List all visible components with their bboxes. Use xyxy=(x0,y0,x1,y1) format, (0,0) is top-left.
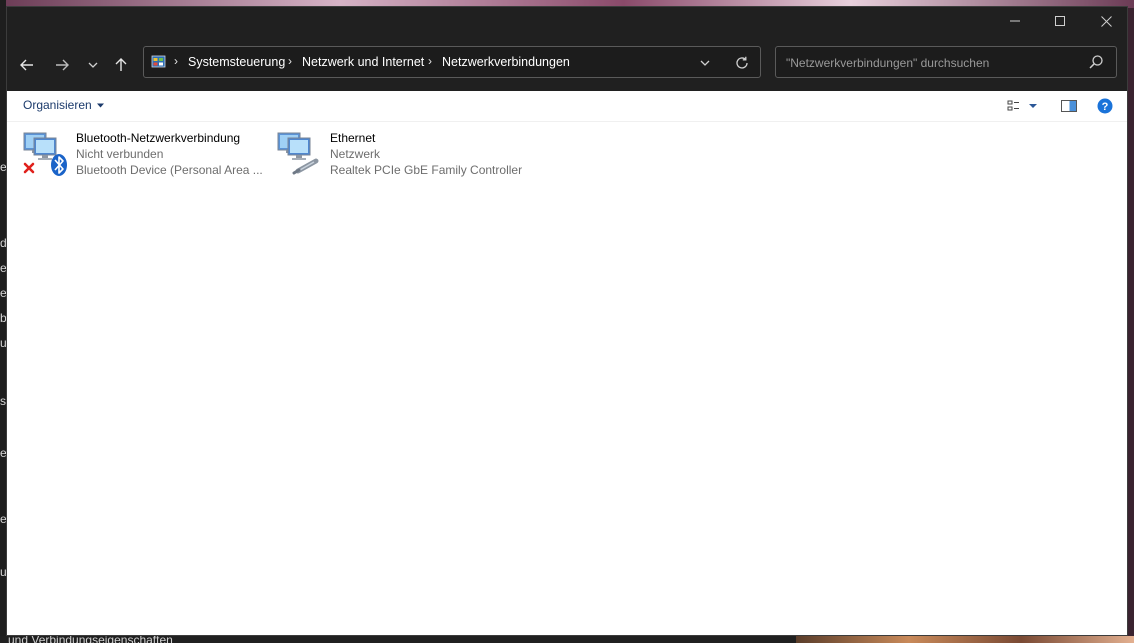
help-icon: ? xyxy=(1097,98,1113,114)
connection-device: Realtek PCIe GbE Family Controller xyxy=(330,163,523,177)
ethernet-network-icon xyxy=(277,132,319,175)
breadcrumb-separator-icon: › xyxy=(288,54,292,68)
breadcrumb-systemsteuerung[interactable]: Systemsteuerung xyxy=(188,55,285,69)
preview-pane-button[interactable] xyxy=(1061,96,1077,116)
address-history-button[interactable] xyxy=(695,53,715,73)
recent-locations-button[interactable] xyxy=(79,51,107,79)
explorer-window: › Systemsteuerung › Netzwerk und Interne… xyxy=(6,6,1128,636)
breadcrumb-separator-icon: › xyxy=(174,54,178,68)
desktop-wallpaper-art xyxy=(796,636,1134,643)
close-icon xyxy=(1100,15,1112,27)
organize-label: Organisieren xyxy=(23,98,92,112)
organize-button[interactable]: Organisieren xyxy=(23,98,105,112)
connection-device: Bluetooth Device (Personal Area ... xyxy=(76,163,263,177)
connection-status: Nicht verbunden xyxy=(76,147,164,161)
maximize-icon xyxy=(1055,16,1065,26)
control-panel-icon xyxy=(151,55,166,68)
forward-button[interactable] xyxy=(48,51,76,79)
caret-down-icon xyxy=(96,103,104,107)
minimize-button[interactable] xyxy=(992,7,1038,35)
up-button[interactable] xyxy=(107,51,135,79)
connections-list: Bluetooth-Netzwerkverbindung Nicht verbu… xyxy=(7,121,1127,635)
connection-item-ethernet[interactable]: Ethernet Netzwerk Realtek PCIe GbE Famil… xyxy=(276,129,546,181)
arrow-up-icon xyxy=(115,58,127,71)
chevron-down-icon xyxy=(700,60,710,66)
chevron-down-icon xyxy=(88,62,98,68)
search-box[interactable] xyxy=(775,46,1117,78)
svg-text:?: ? xyxy=(1102,101,1109,113)
bluetooth-network-icon xyxy=(23,132,67,176)
connection-details: Ethernet Netzwerk Realtek PCIe GbE Famil… xyxy=(330,130,522,178)
address-bar[interactable]: › Systemsteuerung › Netzwerk und Interne… xyxy=(143,46,761,78)
breadcrumb-netzwerk-und-internet[interactable]: Netzwerk und Internet xyxy=(302,55,424,69)
connection-status: Netzwerk xyxy=(330,147,381,161)
help-button[interactable]: ? xyxy=(1097,96,1113,116)
caret-down-icon xyxy=(1029,104,1037,108)
close-button[interactable] xyxy=(1083,7,1129,35)
maximize-button[interactable] xyxy=(1037,7,1083,35)
preview-pane-icon xyxy=(1061,100,1077,112)
refresh-icon xyxy=(736,56,748,69)
arrow-right-icon xyxy=(56,59,69,71)
connection-name: Bluetooth-Netzwerkverbindung xyxy=(76,131,241,145)
breadcrumb-separator-icon: › xyxy=(428,54,432,68)
back-button[interactable] xyxy=(13,51,41,79)
search-input[interactable] xyxy=(784,53,1088,73)
search-icon xyxy=(1089,55,1103,69)
arrow-left-icon xyxy=(20,59,33,71)
change-view-button[interactable] xyxy=(1007,96,1039,116)
connection-name: Ethernet xyxy=(330,131,376,145)
minimize-icon xyxy=(1010,20,1020,22)
view-details-icon xyxy=(1007,100,1019,111)
navigation-bar: › Systemsteuerung › Netzwerk und Interne… xyxy=(7,39,1127,91)
title-bar xyxy=(7,7,1127,39)
connection-details: Bluetooth-Netzwerkverbindung Nicht verbu… xyxy=(76,130,263,178)
connection-item-bluetooth[interactable]: Bluetooth-Netzwerkverbindung Nicht verbu… xyxy=(22,129,272,181)
command-bar: Organisieren ? xyxy=(7,91,1127,122)
refresh-button[interactable] xyxy=(732,53,752,73)
breadcrumb-netzwerkverbindungen[interactable]: Netzwerkverbindungen xyxy=(442,55,570,69)
